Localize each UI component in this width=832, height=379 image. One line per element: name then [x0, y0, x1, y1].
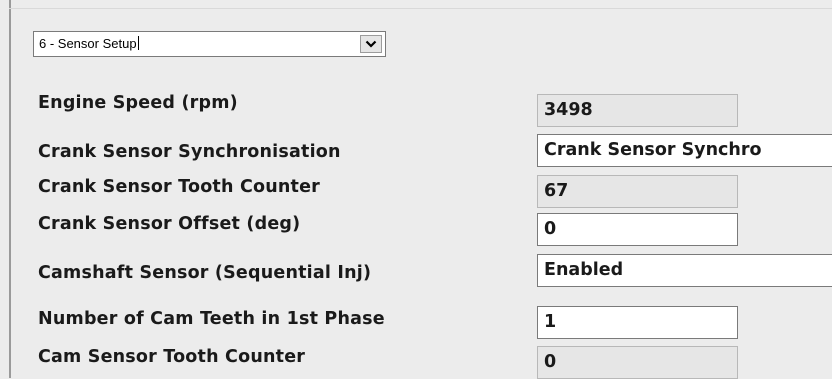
- crank-sensor-offset-field[interactable]: 0: [537, 213, 738, 246]
- text-cursor: [137, 36, 139, 50]
- camshaft-sensor-label: Camshaft Sensor (Sequential Inj): [38, 263, 372, 283]
- crank-tooth-counter-label: Crank Sensor Tooth Counter: [38, 177, 320, 197]
- page-select-value: 6 - Sensor Setup: [39, 36, 139, 51]
- camshaft-sensor-select[interactable]: Enabled: [537, 254, 832, 287]
- panel-left-border: [9, 0, 11, 378]
- crank-sensor-offset-label: Crank Sensor Offset (deg): [38, 214, 301, 234]
- engine-speed-label: Engine Speed (rpm): [38, 93, 238, 113]
- crank-sensor-sync-label: Crank Sensor Synchronisation: [38, 142, 341, 162]
- cam-tooth-counter-value: 0: [537, 346, 738, 379]
- engine-speed-value: 3498: [537, 94, 738, 127]
- sensor-setup-panel: 6 - Sensor Setup Engine Speed (rpm) 3498…: [0, 0, 832, 379]
- cam-tooth-counter-label: Cam Sensor Tooth Counter: [38, 347, 306, 367]
- cam-teeth-first-phase-label: Number of Cam Teeth in 1st Phase: [38, 309, 385, 329]
- page-select-dropdown[interactable]: 6 - Sensor Setup: [33, 31, 386, 57]
- dropdown-button[interactable]: [360, 35, 382, 53]
- chevron-down-icon: [365, 40, 377, 48]
- cam-teeth-first-phase-field[interactable]: 1: [537, 306, 738, 339]
- panel-top-border: [9, 8, 832, 9]
- crank-tooth-counter-value: 67: [537, 175, 738, 208]
- crank-sensor-sync-select[interactable]: Crank Sensor Synchro: [537, 134, 832, 167]
